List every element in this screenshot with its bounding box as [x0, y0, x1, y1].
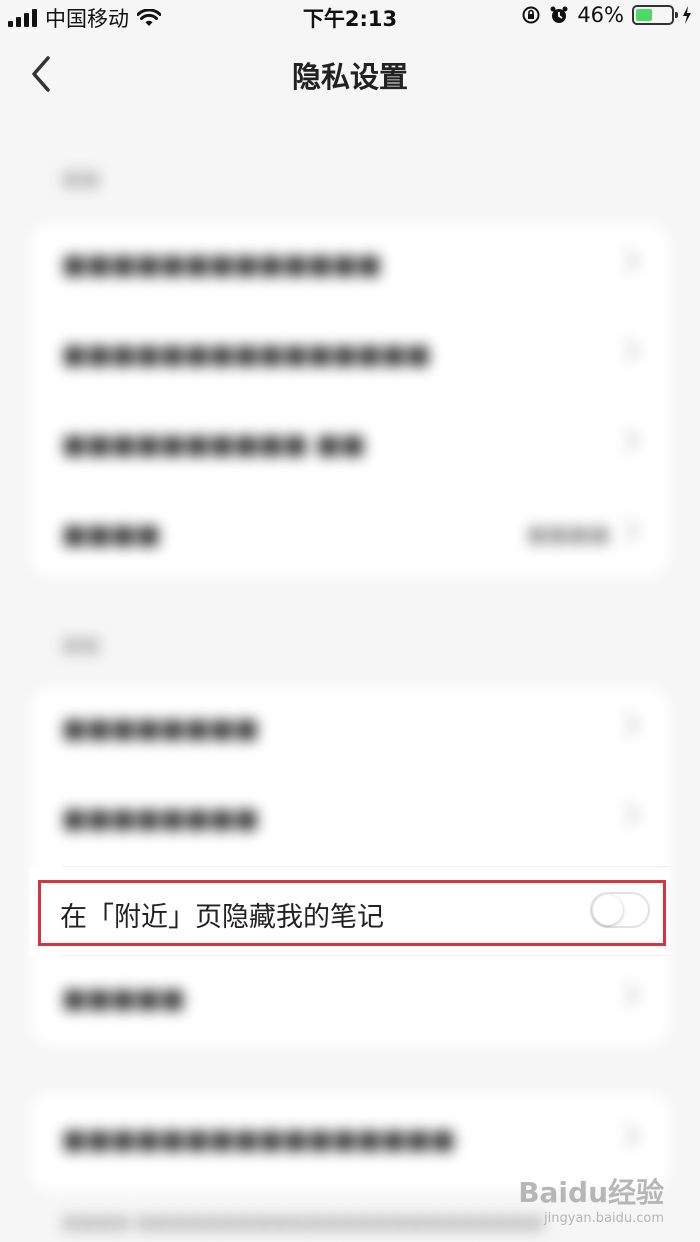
chevron-right-icon	[615, 802, 640, 827]
settings-row[interactable]: ■■■■■■■■■■ ■■	[30, 402, 670, 492]
chevron-right-icon	[615, 712, 640, 737]
row-divider	[62, 866, 670, 867]
battery-icon	[632, 5, 678, 25]
settings-card: ■■■■■■■■■■■■■ ■■■■■■■■■■■■■■■ ■■■■■■■■■■…	[30, 222, 670, 578]
settings-row-label: ■■■■■■■■■■■■■	[62, 250, 382, 280]
settings-row-label: ■■■■■■■■	[62, 714, 259, 744]
battery-fill	[636, 9, 652, 21]
chevron-right-icon	[615, 248, 640, 273]
page-title: 隐私设置	[291, 60, 408, 94]
chevron-right-icon	[615, 338, 640, 363]
settings-row-label: ■■■■■	[62, 984, 185, 1014]
chevron-right-icon	[615, 1123, 640, 1148]
highlight-annotation-box	[38, 880, 666, 946]
settings-row-label: ■■■■■■■■■■■■■■■	[62, 340, 431, 370]
section-label: ■■	[62, 166, 100, 190]
status-bar: 中国移动 下午2:13 46%	[0, 0, 700, 34]
settings-row[interactable]: ■■■■■■■■■■■■■	[30, 222, 670, 312]
battery-percent: 46%	[577, 3, 624, 27]
settings-row-label: ■■■■■■■■■■■■■■■■	[62, 1125, 456, 1155]
settings-row-value: ■■■■	[526, 522, 610, 547]
settings-row[interactable]: ■■■■■	[30, 956, 670, 1046]
footnote: ■■■■ ■■■■■■■■■■■■■■■■■■■■■■■■	[62, 1212, 544, 1233]
row-divider	[62, 955, 670, 956]
settings-row[interactable]: ■■■■■■■■	[30, 776, 670, 866]
watermark-sub: jingyan.baidu.com	[544, 1211, 664, 1226]
rotation-lock-icon	[522, 6, 540, 24]
section-label: ■■	[62, 632, 100, 656]
status-right: 46%	[521, 3, 692, 27]
chevron-right-icon	[615, 518, 640, 543]
baidu-jingyan-watermark: Baidu经验 jingyan.baidu.com	[518, 1171, 664, 1226]
settings-row[interactable]: ■■■■■■■■	[30, 686, 670, 776]
watermark-main: Baidu经验	[518, 1176, 664, 1209]
settings-row-label: ■■■■■■■■■■ ■■	[62, 430, 366, 460]
alarm-icon	[550, 6, 568, 23]
settings-row[interactable]: ■■■■■■■■■■■■■■■	[30, 312, 670, 402]
settings-row-label: ■■■■■■■■	[62, 804, 259, 834]
chevron-right-icon	[615, 428, 640, 453]
chevron-right-icon	[615, 982, 640, 1007]
settings-row[interactable]: ■■■■ ■■■■	[30, 492, 670, 582]
settings-row-label: ■■■■	[62, 520, 161, 550]
nav-bar: 隐私设置	[0, 34, 700, 114]
charging-bolt-icon	[683, 6, 691, 24]
